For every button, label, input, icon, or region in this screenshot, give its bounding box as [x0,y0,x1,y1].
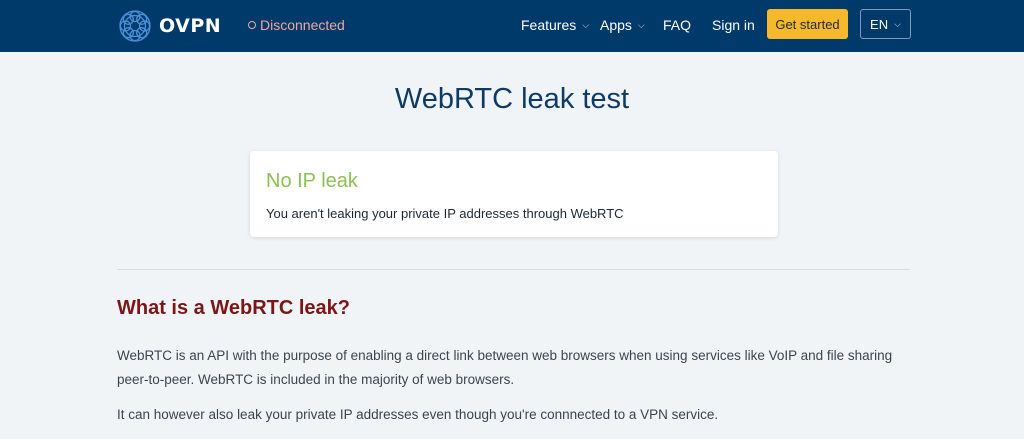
status-label: Disconnected [260,17,345,33]
chevron-down-icon: ⌵ [637,19,645,30]
connection-status: Disconnected [248,14,345,36]
brand-name: OVPN [159,15,222,37]
ovpn-logo-icon [119,10,151,42]
nav-apps[interactable]: Apps ⌵ [600,14,645,36]
chevron-down-icon: ⌵ [894,18,901,29]
nav-features-label: Features [521,17,577,33]
paragraph-webrtc-intro: WebRTC is an API with the purpose of ena… [117,348,893,387]
language-label: EN [870,16,889,32]
status-ring-icon [248,21,256,29]
leak-result-card: No IP leak You aren't leaking your priva… [250,151,778,237]
nav-faq[interactable]: FAQ [663,14,691,36]
paragraph-webrtc-leak: It can however also leak your private IP… [117,407,719,422]
result-title: No IP leak [266,170,358,192]
language-selector[interactable]: EN ⌵ [860,9,911,39]
top-navbar: OVPN Disconnected Features ⌵ Apps ⌵ FAQ … [0,0,1024,52]
nav-signin[interactable]: Sign in [712,14,755,36]
chevron-down-icon: ⌵ [582,19,590,30]
nav-apps-label: Apps [600,17,632,33]
get-started-button[interactable]: Get started [767,9,848,39]
brand-logo-link[interactable]: OVPN [117,7,221,45]
section-divider [117,269,910,270]
section-heading: What is a WebRTC leak? [117,297,351,319]
nav-features[interactable]: Features ⌵ [521,14,589,36]
result-message: You aren't leaking your private IP addre… [266,206,624,221]
page-title: WebRTC leak test [394,83,630,115]
